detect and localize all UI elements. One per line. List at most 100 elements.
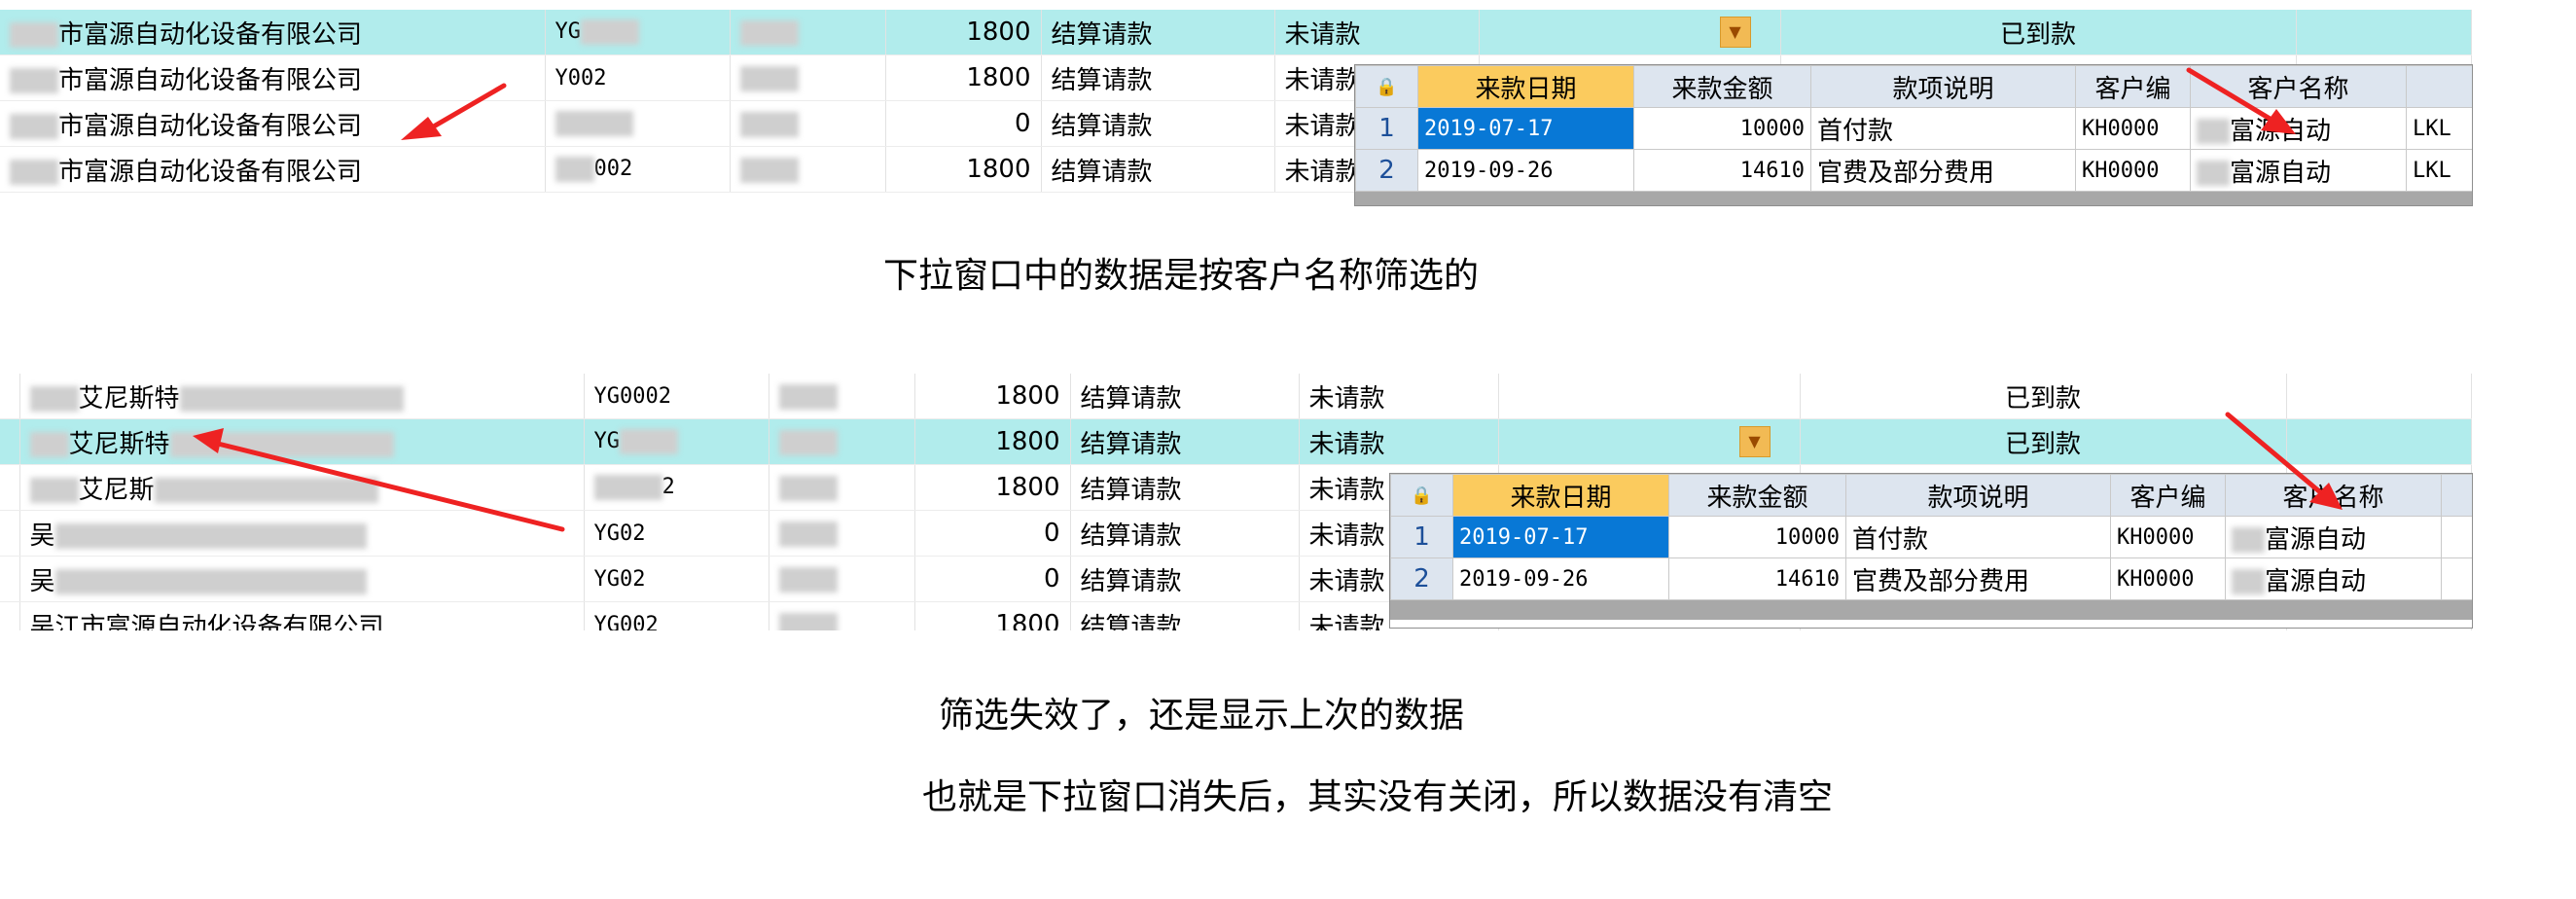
- request-status-cell[interactable]: 未请款: [1299, 374, 1499, 419]
- arrived-status-cell[interactable]: 已到款: [1800, 374, 2287, 419]
- dropdown-toggle-button[interactable]: ▼: [1738, 426, 1771, 457]
- amount-cell[interactable]: 1800: [885, 54, 1042, 101]
- column-header-customer-name[interactable]: 客户名称: [2190, 65, 2407, 108]
- type-cell[interactable]: 结算请款: [1041, 146, 1275, 193]
- person-cell[interactable]: [730, 54, 886, 101]
- person-cell[interactable]: [730, 100, 886, 147]
- empty-cell[interactable]: [2296, 10, 2472, 55]
- column-header-date[interactable]: 来款日期: [1452, 474, 1669, 517]
- arrived-status-cell[interactable]: 已到款: [1800, 418, 2287, 465]
- dropdown-row[interactable]: 2 2019-09-26 14610 官费及部分费用 KH0000 富源自动 L…: [1355, 149, 2472, 192]
- description-cell[interactable]: 官费及部分费用: [1810, 149, 2076, 192]
- dropdown-row[interactable]: 1 2019-07-17 10000 首付款 KH0000 富源自动: [1390, 516, 2472, 558]
- person-cell[interactable]: [769, 374, 915, 419]
- company-cell[interactable]: 艾尼斯特: [19, 374, 585, 419]
- code-cell[interactable]: YG0002: [584, 374, 769, 419]
- request-status-cell[interactable]: 未请款: [1299, 418, 1499, 465]
- person-cell[interactable]: [769, 556, 915, 602]
- lock-icon[interactable]: 🔒: [1355, 65, 1418, 108]
- amount-cell[interactable]: 0: [914, 556, 1071, 602]
- customer-code-cell[interactable]: KH0000: [2075, 107, 2191, 150]
- type-cell[interactable]: 结算请款: [1041, 54, 1275, 101]
- customer-code-cell[interactable]: KH0000: [2110, 557, 2226, 600]
- type-cell[interactable]: 结算请款: [1041, 100, 1275, 147]
- customer-code-cell[interactable]: KH0000: [2110, 516, 2226, 558]
- person-cell[interactable]: [730, 146, 886, 193]
- description-cell[interactable]: 首付款: [1810, 107, 2076, 150]
- column-header-description[interactable]: 款项说明: [1845, 474, 2111, 517]
- date-cell[interactable]: 2019-09-26: [1417, 149, 1634, 192]
- column-header-customer-code[interactable]: 客户编: [2110, 474, 2226, 517]
- amount-cell[interactable]: 14610: [1633, 149, 1811, 192]
- customer-name-cell[interactable]: 富源自动: [2190, 107, 2407, 150]
- amount-cell[interactable]: 10000: [1668, 516, 1846, 558]
- description-cell[interactable]: 官费及部分费用: [1845, 557, 2111, 600]
- extra-cell[interactable]: [2441, 557, 2472, 600]
- company-cell[interactable]: 艾尼斯: [19, 464, 585, 511]
- company-cell[interactable]: 市富源自动化设备有限公司: [0, 10, 546, 55]
- type-cell[interactable]: 结算请款: [1070, 418, 1300, 465]
- person-cell[interactable]: [769, 510, 915, 557]
- extra-cell[interactable]: LKL: [2406, 149, 2472, 192]
- empty-cell[interactable]: [2286, 418, 2472, 465]
- dropdown-row[interactable]: 1 2019-07-17 10000 首付款 KH0000 富源自动 LKL: [1355, 107, 2472, 150]
- amount-cell[interactable]: 0: [885, 100, 1042, 147]
- date-cell[interactable]: 2019-07-17: [1452, 516, 1669, 558]
- column-header-amount[interactable]: 来款金额: [1668, 474, 1846, 517]
- payment-combo[interactable]: ▼: [1479, 10, 1781, 55]
- code-cell[interactable]: YG02: [584, 510, 769, 557]
- customer-name-cell[interactable]: 富源自动: [2225, 557, 2442, 600]
- empty-cell[interactable]: [2286, 374, 2472, 419]
- table-row[interactable]: 艾尼斯特 YG0002 1800 结算请款 未请款 已到款: [0, 374, 2472, 419]
- amount-cell[interactable]: 0: [914, 510, 1071, 557]
- amount-cell[interactable]: 1800: [885, 10, 1042, 55]
- amount-cell[interactable]: 1800: [914, 464, 1071, 511]
- code-cell[interactable]: [545, 100, 731, 147]
- company-cell[interactable]: 吴: [19, 510, 585, 557]
- column-header-extra[interactable]: [2406, 65, 2472, 108]
- date-cell[interactable]: 2019-09-26: [1452, 557, 1669, 600]
- person-cell[interactable]: [730, 10, 886, 55]
- date-cell[interactable]: 2019-07-17: [1417, 107, 1634, 150]
- company-cell[interactable]: 吴: [19, 556, 585, 602]
- code-cell[interactable]: 002: [545, 146, 731, 193]
- amount-cell[interactable]: 14610: [1668, 557, 1846, 600]
- dropdown-popup[interactable]: 🔒 来款日期 来款金额 款项说明 客户编 客户名称 1 2019-07-17 1…: [1354, 64, 2473, 206]
- extra-cell[interactable]: LKL: [2406, 107, 2472, 150]
- company-cell[interactable]: 市富源自动化设备有限公司: [0, 146, 546, 193]
- customer-code-cell[interactable]: KH0000: [2075, 149, 2191, 192]
- code-cell[interactable]: Y002: [545, 54, 731, 101]
- code-cell[interactable]: YG: [584, 418, 769, 465]
- table-row[interactable]: 艾尼斯特 YG 1800 结算请款 未请款 ▼ 已到款: [0, 418, 2472, 465]
- type-cell[interactable]: 结算请款: [1041, 10, 1275, 55]
- column-header-description[interactable]: 款项说明: [1810, 65, 2076, 108]
- person-cell[interactable]: [769, 418, 915, 465]
- description-cell[interactable]: 首付款: [1845, 516, 2111, 558]
- person-cell[interactable]: [769, 464, 915, 511]
- table-row[interactable]: 市富源自动化设备有限公司 YG 1800 结算请款 未请款 ▼ 已到款: [0, 10, 2472, 55]
- type-cell[interactable]: 结算请款: [1070, 374, 1300, 419]
- type-cell[interactable]: 结算请款: [1070, 464, 1300, 511]
- lock-icon[interactable]: 🔒: [1390, 474, 1453, 517]
- company-cell[interactable]: 艾尼斯特: [19, 418, 585, 465]
- payment-combo[interactable]: ▼: [1498, 418, 1801, 465]
- empty-cell[interactable]: [1498, 374, 1801, 419]
- amount-cell[interactable]: 1800: [914, 418, 1071, 465]
- amount-cell[interactable]: 1800: [885, 146, 1042, 193]
- company-cell[interactable]: 市富源自动化设备有限公司: [0, 54, 546, 101]
- type-cell[interactable]: 结算请款: [1070, 556, 1300, 602]
- request-status-cell[interactable]: 未请款: [1274, 10, 1480, 55]
- column-header-extra[interactable]: [2441, 474, 2472, 517]
- code-cell[interactable]: 2: [584, 464, 769, 511]
- dropdown-toggle-button[interactable]: ▼: [1719, 17, 1751, 48]
- amount-cell[interactable]: 1800: [914, 374, 1071, 419]
- customer-name-cell[interactable]: 富源自动: [2225, 516, 2442, 558]
- arrived-status-cell[interactable]: 已到款: [1780, 10, 2297, 55]
- customer-name-cell[interactable]: 富源自动: [2190, 149, 2407, 192]
- code-cell[interactable]: YG02: [584, 556, 769, 602]
- column-header-amount[interactable]: 来款金额: [1633, 65, 1811, 108]
- dropdown-row[interactable]: 2 2019-09-26 14610 官费及部分费用 KH0000 富源自动: [1390, 557, 2472, 600]
- extra-cell[interactable]: [2441, 516, 2472, 558]
- code-cell[interactable]: YG: [545, 10, 731, 55]
- dropdown-popup[interactable]: 🔒 来款日期 来款金额 款项说明 客户编 客户名称 1 2019-07-17 1…: [1389, 473, 2473, 629]
